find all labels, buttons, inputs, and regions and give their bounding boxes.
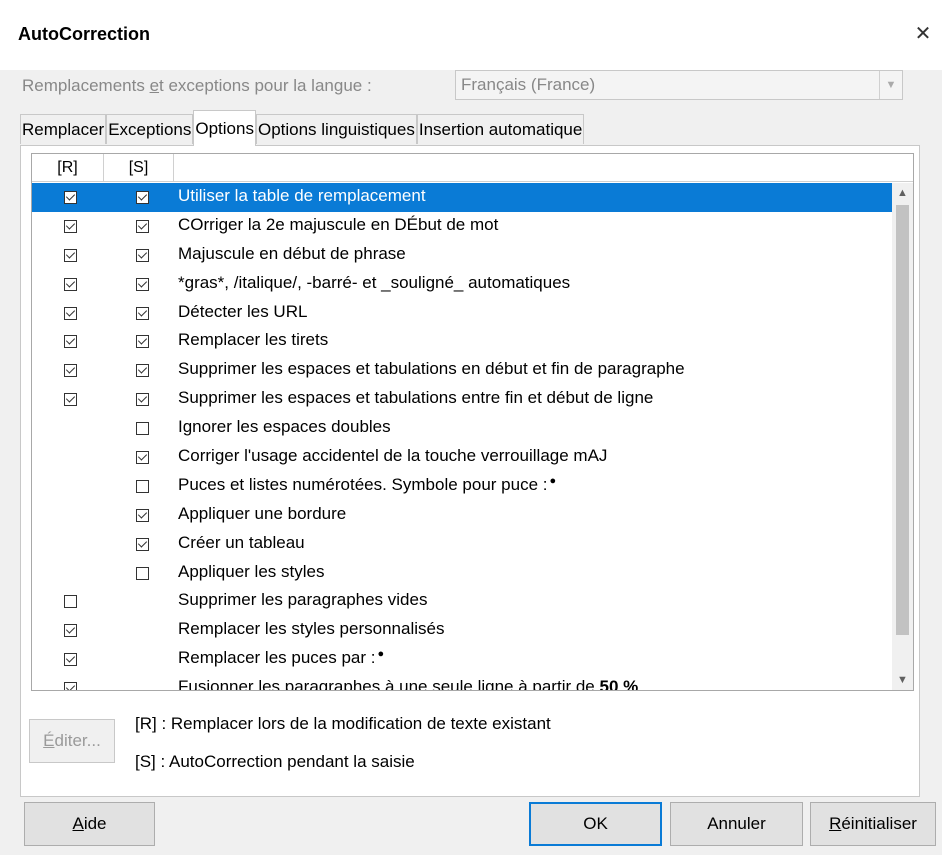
list-item-label: Ignorer les espaces doubles xyxy=(178,417,391,437)
list-item[interactable]: Détecter les URL xyxy=(32,299,893,328)
options-panel: [R] [S] Utiliser la table de remplacemen… xyxy=(20,145,920,797)
checkbox-r[interactable] xyxy=(64,306,77,320)
tab-replace[interactable]: Remplacer xyxy=(20,114,107,144)
list-item[interactable]: Fusionner les paragraphes à une seule li… xyxy=(32,674,893,691)
legend-s: [S] : AutoCorrection pendant la saisie xyxy=(135,752,415,771)
checkbox-r[interactable] xyxy=(64,595,77,609)
list-item[interactable]: Remplacer les puces par : ● xyxy=(32,645,893,674)
list-item-label: Remplacer les tirets xyxy=(178,330,329,350)
language-value: Français (France) xyxy=(461,75,596,94)
checkbox-s[interactable] xyxy=(136,306,149,320)
tab-bar: Remplacer Exceptions Options Options lin… xyxy=(20,110,585,146)
list-item[interactable]: Majuscule en début de phrase xyxy=(32,241,893,270)
list-item-label: Supprimer les paragraphes vides xyxy=(178,590,428,610)
list-item[interactable]: Remplacer les styles personnalisés xyxy=(32,616,893,645)
tab-word-completion[interactable]: Insertion automatique xyxy=(416,114,585,144)
list-item-label: Remplacer les puces par : ● xyxy=(178,648,385,668)
checkbox-s[interactable] xyxy=(136,422,149,436)
list-item-label: Puces et listes numérotées. Symbole pour… xyxy=(178,474,557,494)
cancel-button[interactable]: Annuler xyxy=(670,802,803,846)
checkbox-s[interactable] xyxy=(136,393,149,407)
tab-localized-options[interactable]: Options linguistiques xyxy=(255,114,417,144)
list-item-label: Majuscule en début de phrase xyxy=(178,243,406,263)
checkbox-r[interactable] xyxy=(64,682,77,690)
checkbox-r[interactable] xyxy=(64,624,77,638)
column-header-r[interactable]: [R] xyxy=(32,154,104,182)
list-item[interactable]: Créer un tableau xyxy=(32,530,893,559)
list-item-label: *gras*, /italique/, -barré- et _souligné… xyxy=(178,272,571,292)
checkbox-r[interactable] xyxy=(64,335,77,349)
list-item-label: Appliquer une bordure xyxy=(178,503,347,523)
list-item[interactable]: Puces et listes numérotées. Symbole pour… xyxy=(32,472,893,501)
language-row: Remplacements et exceptions pour la lang… xyxy=(22,70,922,108)
edit-button[interactable]: Éditer... xyxy=(29,719,115,763)
checkbox-s[interactable] xyxy=(136,219,149,233)
options-list: [R] [S] Utiliser la table de remplacemen… xyxy=(31,153,914,691)
checkbox-r[interactable] xyxy=(64,277,77,291)
ok-button[interactable]: OK xyxy=(529,802,662,846)
column-header-s[interactable]: [S] xyxy=(104,154,174,182)
title-bar: AutoCorrection ✕ xyxy=(0,0,942,70)
checkbox-r[interactable] xyxy=(64,653,77,667)
language-select[interactable]: Français (France) ▼ xyxy=(455,70,903,100)
list-scrollbar[interactable]: ▲ ▼ xyxy=(892,183,913,690)
legend-r: [R] : Remplacer lors de la modification … xyxy=(135,714,551,733)
bullet-icon: ● xyxy=(377,648,385,661)
checkbox-r[interactable] xyxy=(64,219,77,233)
checkbox-s[interactable] xyxy=(136,537,149,551)
checkbox-r[interactable] xyxy=(64,248,77,262)
checkbox-s[interactable] xyxy=(136,508,149,522)
list-item-label: Détecter les URL xyxy=(178,301,308,321)
close-icon[interactable]: ✕ xyxy=(912,23,934,45)
checkbox-s[interactable] xyxy=(136,191,149,204)
checkbox-s[interactable] xyxy=(136,248,149,262)
list-item[interactable]: *gras*, /italique/, -barré- et _souligné… xyxy=(32,270,893,299)
tab-exceptions[interactable]: Exceptions xyxy=(106,114,194,144)
checkbox-r[interactable] xyxy=(64,393,77,407)
checkbox-s[interactable] xyxy=(136,335,149,349)
list-item[interactable]: Corriger l'usage accidentel de la touche… xyxy=(32,443,893,472)
list-item-label: Fusionner les paragraphes à une seule li… xyxy=(178,677,639,691)
list-item-label: Créer un tableau xyxy=(178,532,305,552)
list-item[interactable]: Ignorer les espaces doubles xyxy=(32,414,893,443)
scroll-down-icon[interactable]: ▼ xyxy=(892,670,913,690)
list-item-label: Utiliser la table de remplacement xyxy=(178,186,426,205)
list-item[interactable]: COrriger la 2e majuscule en DÉbut de mot xyxy=(32,212,893,241)
chevron-down-icon[interactable]: ▼ xyxy=(879,71,902,99)
list-item-label: Corriger l'usage accidentel de la touche… xyxy=(178,446,608,466)
column-header-option[interactable] xyxy=(174,154,913,182)
list-item[interactable]: Remplacer les tirets xyxy=(32,327,893,356)
list-item[interactable]: Supprimer les paragraphes vides xyxy=(32,587,893,616)
list-item[interactable]: Supprimer les espaces et tabulations en … xyxy=(32,356,893,385)
bullet-icon: ● xyxy=(549,474,557,487)
help-button[interactable]: Aide xyxy=(24,802,155,846)
list-item[interactable]: Appliquer une bordure xyxy=(32,501,893,530)
checkbox-s[interactable] xyxy=(136,566,149,580)
language-label: Remplacements et exceptions pour la lang… xyxy=(22,76,372,95)
checkbox-s[interactable] xyxy=(136,364,149,378)
list-item-label: Supprimer les espaces et tabulations en … xyxy=(178,359,685,379)
list-header: [R] [S] xyxy=(32,154,913,183)
list-item-label: Supprimer les espaces et tabulations ent… xyxy=(178,388,654,408)
reset-button[interactable]: Réinitialiser xyxy=(810,802,936,846)
list-item[interactable]: Supprimer les espaces et tabulations ent… xyxy=(32,385,893,414)
dialog-title: AutoCorrection xyxy=(18,24,150,44)
scroll-thumb[interactable] xyxy=(896,205,909,635)
checkbox-r[interactable] xyxy=(64,364,77,378)
list-item-label: Appliquer les styles xyxy=(178,561,325,581)
checkbox-s[interactable] xyxy=(136,451,149,465)
list-item-label: Remplacer les styles personnalisés xyxy=(178,619,445,639)
checkbox-r[interactable] xyxy=(64,191,77,204)
tab-options[interactable]: Options xyxy=(193,110,256,146)
list-rows: Utiliser la table de remplacement COrrige… xyxy=(32,183,893,691)
checkbox-s[interactable] xyxy=(136,277,149,291)
list-item[interactable]: Appliquer les styles xyxy=(32,559,893,588)
list-item-label: COrriger la 2e majuscule en DÉbut de mot xyxy=(178,214,499,234)
checkbox-s[interactable] xyxy=(136,479,149,493)
list-item[interactable]: Utiliser la table de remplacement xyxy=(32,183,893,212)
scroll-up-icon[interactable]: ▲ xyxy=(892,183,913,203)
